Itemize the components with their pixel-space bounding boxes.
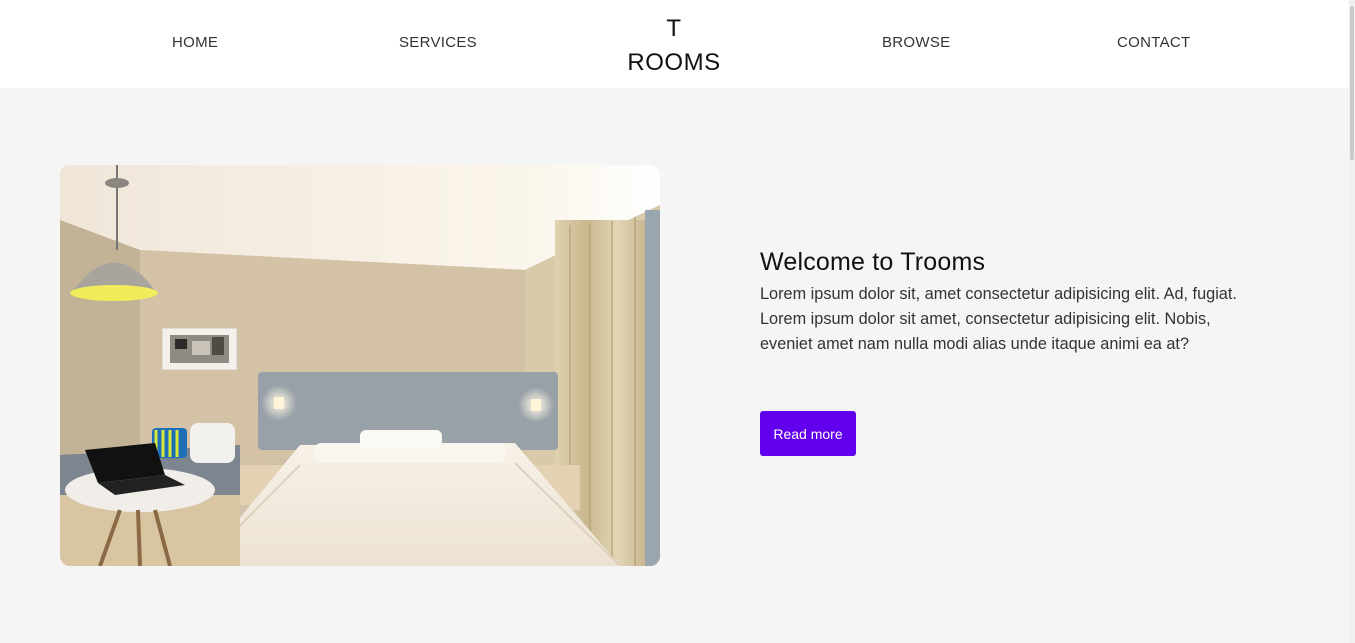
logo-wordmark: ROOMS: [627, 49, 721, 76]
welcome-paragraph: Lorem ipsum dolor sit, amet consectetur …: [760, 285, 1237, 353]
scrollbar-thumb[interactable]: [1350, 6, 1354, 160]
top-navbar: HOME SERVICES T ROOMS BROWSE CONTACT: [0, 0, 1349, 88]
read-more-button[interactable]: Read more: [760, 411, 856, 456]
site-logo[interactable]: T ROOMS: [614, 12, 734, 80]
logo-letter: T: [666, 15, 682, 42]
nav-link-contact[interactable]: CONTACT: [1117, 34, 1190, 51]
nav-link-home[interactable]: HOME: [172, 34, 218, 51]
nav-link-browse[interactable]: BROWSE: [882, 34, 950, 51]
hotel-room-image: [60, 165, 660, 566]
welcome-heading: Welcome to Trooms: [760, 248, 986, 276]
page-scrollbar[interactable]: [1349, 0, 1355, 643]
nav-link-services[interactable]: SERVICES: [399, 34, 477, 51]
hotel-room-photo: [60, 165, 660, 566]
